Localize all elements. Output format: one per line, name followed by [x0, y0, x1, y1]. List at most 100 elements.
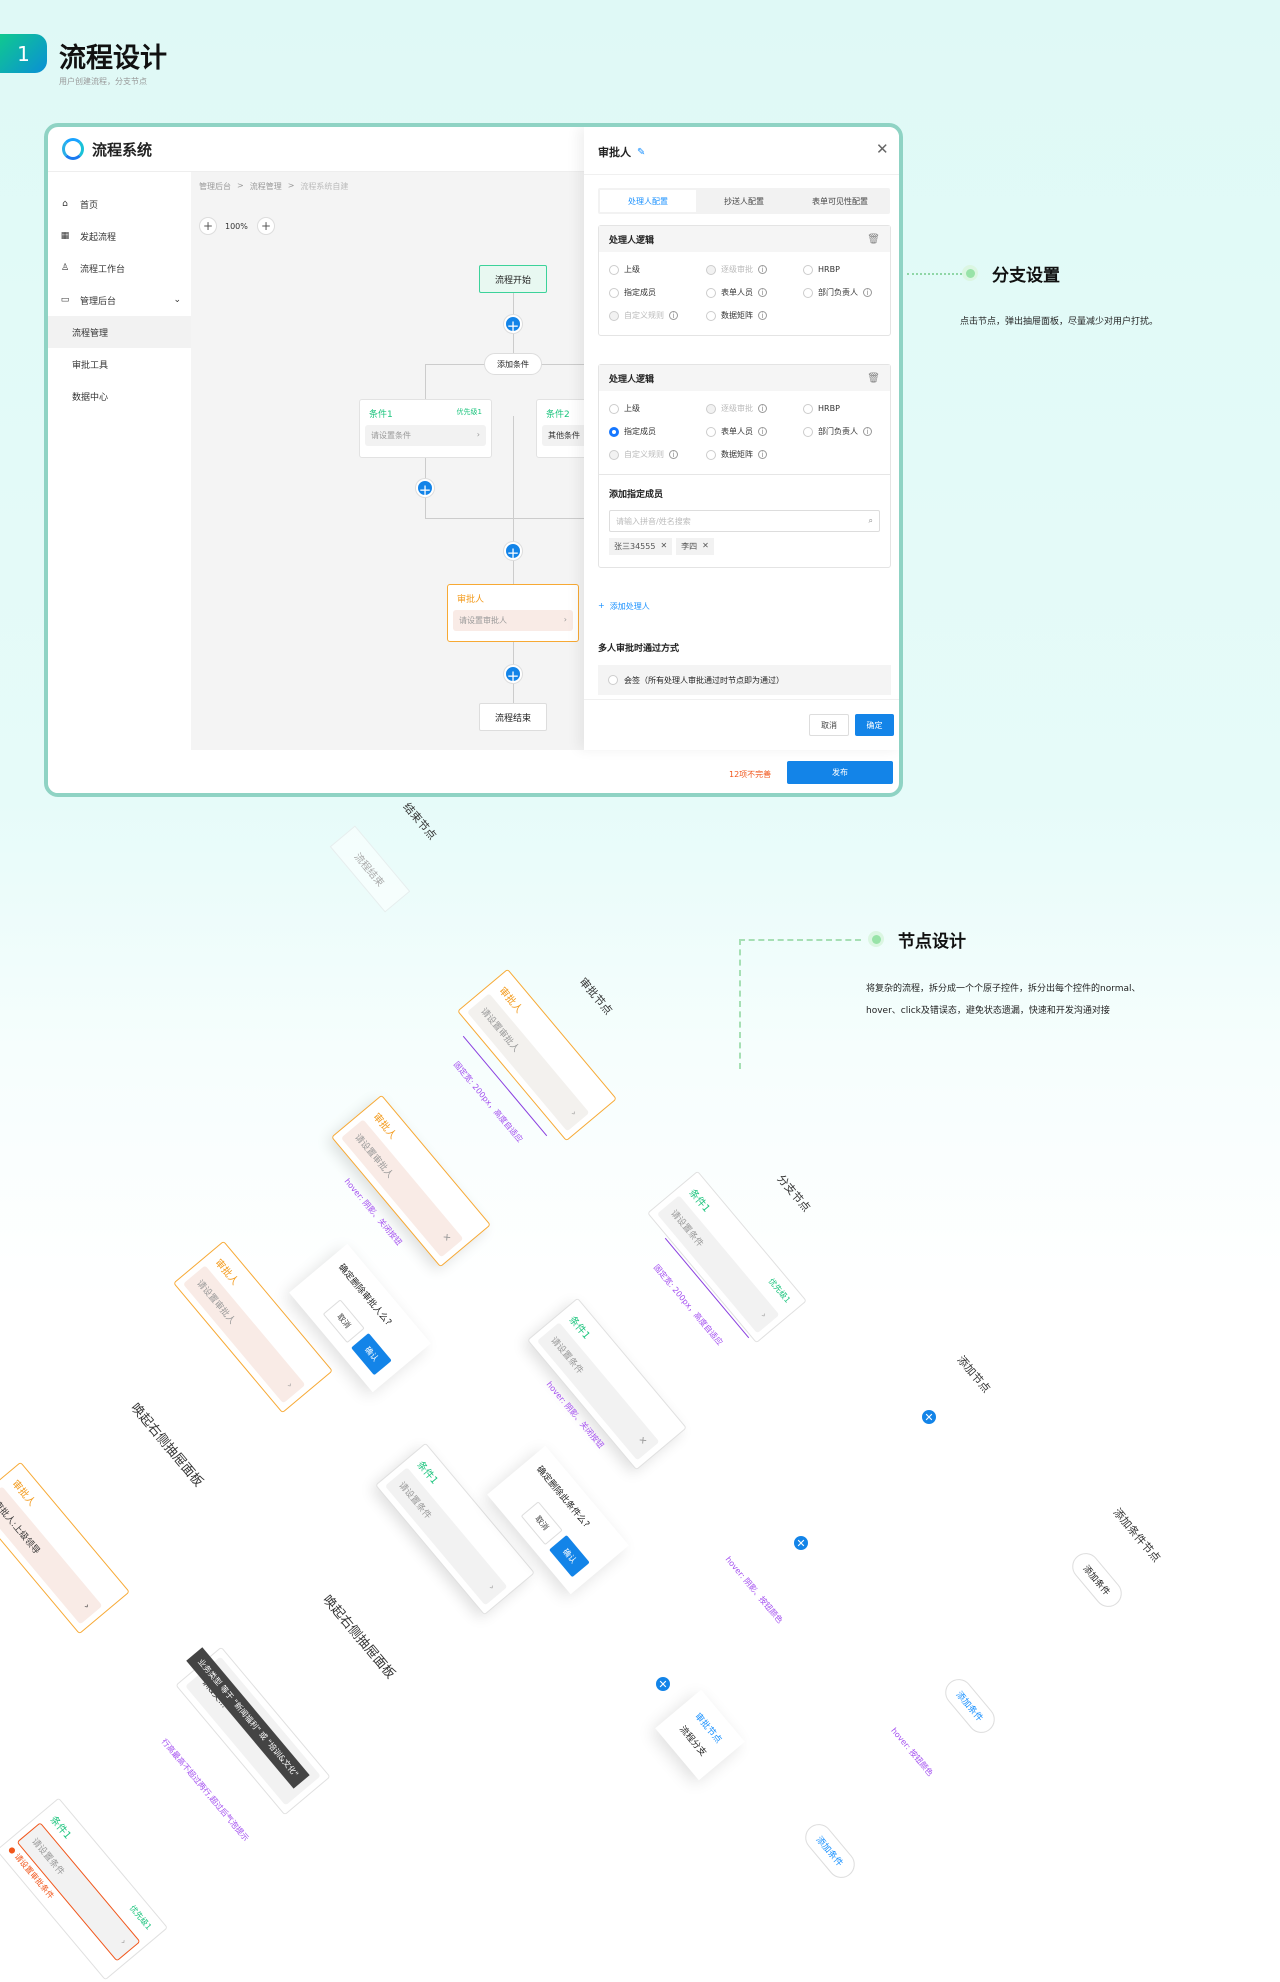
sidebar-item-admin[interactable]: ▭ 管理后台 ⌄ [48, 284, 191, 316]
sidebar-item-home[interactable]: ⌂ 首页 [48, 188, 191, 220]
radio-option[interactable]: HRBP [803, 264, 899, 275]
close-icon[interactable]: ✕ [437, 1232, 453, 1246]
add-node-button[interactable]: + [504, 542, 522, 562]
add-condition-pill[interactable]: 添加条件 [1066, 1547, 1128, 1613]
cancel-button[interactable]: 取消 [322, 1299, 365, 1344]
remove-tag-icon[interactable]: ✕ [702, 541, 709, 552]
info-icon[interactable]: i [758, 265, 767, 274]
condition-node-1[interactable]: 条件1 优先级1 请设置条件 › [359, 399, 492, 458]
tab-cc-config[interactable]: 抄送人配置 [696, 190, 792, 212]
add-node-button[interactable]: + [504, 315, 522, 335]
member-search-input[interactable]: 请输入拼音/姓名搜索 ⌕ [609, 510, 880, 532]
member-tag: 张三34555 ✕ [609, 538, 673, 555]
radio-icon [609, 403, 619, 414]
info-icon[interactable]: i [669, 450, 678, 459]
approver-card-hover[interactable]: 审批人 请设置审批人 ✕ [331, 1094, 491, 1268]
close-icon[interactable]: ✕ [633, 1435, 649, 1449]
trash-icon[interactable]: 🗑 [867, 373, 880, 384]
end-node[interactable]: 流程结束 [479, 703, 547, 731]
chevron-down-icon: ⌄ [173, 295, 181, 305]
condition-card-delete[interactable]: 条件1 请设置条件 › [375, 1442, 535, 1616]
approver-card-filled[interactable]: 审批人 审批人:上级领导 › [0, 1461, 130, 1635]
add-node-close-button[interactable]: ✕ [654, 1675, 672, 1693]
edit-icon[interactable]: ✎ [637, 147, 645, 158]
approver-card-delete[interactable]: 审批人 请设置审批人 › [173, 1240, 333, 1414]
confirm-button[interactable]: 确认 [351, 1332, 392, 1376]
breadcrumb-item[interactable]: 流程管理 [250, 181, 282, 192]
radio-icon [803, 426, 813, 437]
radio-icon [706, 287, 716, 298]
zoom-out-button[interactable]: + [199, 217, 217, 235]
annotation-connector [907, 273, 962, 275]
sidebar-item-start-flow[interactable]: ▦ 发起流程 [48, 220, 191, 252]
remove-tag-icon[interactable]: ✕ [660, 541, 667, 552]
start-node[interactable]: 流程开始 [479, 265, 547, 293]
info-icon[interactable]: i [758, 450, 767, 459]
radio-option[interactable]: 表单人员 i [706, 426, 803, 437]
radio-option[interactable]: 表单人员 i [706, 287, 803, 298]
radio-option[interactable]: 部门负责人 i [803, 426, 899, 437]
add-node-button[interactable]: + [504, 665, 522, 685]
search-placeholder: 请输入拼音/姓名搜索 [616, 516, 691, 526]
approver-node[interactable]: 审批人 请设置审批人 › [447, 584, 579, 642]
sidebar-item-workbench[interactable]: ♙ 流程工作台 [48, 252, 191, 284]
add-condition-button[interactable]: 添加条件 [484, 353, 542, 375]
breadcrumb-item[interactable]: 管理后台 [199, 181, 231, 192]
radio-label: 逐级审批 [721, 404, 753, 413]
radio-option[interactable]: 上级 [609, 403, 706, 414]
countersign-option[interactable]: 会签（所有处理人审批通过时节点即为通过） [598, 665, 891, 695]
tab-form-visibility[interactable]: 表单可见性配置 [792, 190, 888, 212]
radio-option[interactable]: 数据矩阵 i [706, 310, 803, 321]
radio-option[interactable]: 部门负责人 i [803, 287, 899, 298]
grid-line [0, 799, 251, 1051]
radio-label: 指定成员 [624, 288, 656, 297]
info-icon[interactable]: i [863, 288, 872, 297]
confirm-button[interactable]: 确定 [855, 714, 894, 736]
radio-icon [609, 264, 619, 275]
cancel-button[interactable]: 取消 [520, 1501, 563, 1546]
condition-card-error[interactable]: 条件1 优先级1 请设置条件 › ● 请设置审批条件 [0, 1797, 169, 1981]
sidebar-item-approval-tools[interactable]: 审批工具 [48, 348, 191, 380]
radio-label: 逐级审批 [721, 265, 753, 274]
info-icon[interactable]: i [758, 288, 767, 297]
add-handler-button[interactable]: + 添加处理人 [598, 601, 650, 612]
condition-node-2[interactable]: 条件2 其他条件 [536, 399, 584, 458]
radio-icon [608, 675, 618, 685]
info-icon[interactable]: i [863, 427, 872, 436]
close-icon[interactable]: ✕ [876, 140, 889, 158]
radio-option[interactable]: 数据矩阵 i [706, 449, 803, 460]
info-icon[interactable]: i [669, 311, 678, 320]
add-node-close-button[interactable]: ✕ [920, 1408, 938, 1426]
info-icon[interactable]: i [758, 404, 767, 413]
cancel-button[interactable]: 取消 [809, 714, 849, 736]
publish-button[interactable]: 发布 [787, 761, 893, 784]
add-node-close-button[interactable]: ✕ [792, 1534, 810, 1552]
radio-icon [803, 287, 813, 298]
branch-settings-desc: 点击节点，弹出抽屉面板，尽量减少对用户打扰。 [960, 317, 1159, 327]
radio-label: 表单人员 [721, 427, 753, 436]
radio-option[interactable]: 上级 [609, 264, 706, 275]
info-icon[interactable]: i [758, 311, 767, 320]
row-label: 结束节点 [400, 800, 439, 843]
sidebar-item-flow-management[interactable]: 流程管理 [48, 316, 191, 348]
condition-card-normal[interactable]: 条件1 优先级1 请设置条件 › [647, 1170, 807, 1344]
sidebar-item-data-center[interactable]: 数据中心 [48, 380, 191, 412]
node-design-desc: 将复杂的流程，拆分成一个个原子控件，拆分出每个控件的normal、 hover、c… [866, 978, 1141, 1022]
trash-icon[interactable]: 🗑 [867, 234, 880, 245]
incomplete-warning[interactable]: 12项不完善 [729, 769, 771, 780]
radio-option[interactable]: 指定成员 [609, 287, 706, 298]
info-icon[interactable]: i [758, 427, 767, 436]
radio-option[interactable]: 指定成员 [609, 426, 706, 437]
radio-option[interactable]: HRBP [803, 403, 899, 414]
add-condition-pill-click[interactable]: 添加条件 [799, 1818, 861, 1884]
confirm-button[interactable]: 确认 [549, 1534, 590, 1578]
tab-handler-config[interactable]: 处理人配置 [600, 190, 696, 212]
app-name: 流程系统 [92, 140, 153, 159]
handler-logic-section-1: 处理人逻辑 🗑 上级 逐级审批 i HRBP 指定成员 表单人员 i 部门负责人 i 自定义规则 i 数… [598, 225, 891, 336]
add-node-button[interactable]: + [416, 479, 434, 499]
sidebar-label: 流程管理 [72, 328, 109, 339]
annotation-connector [739, 939, 861, 941]
zoom-in-button[interactable]: + [257, 217, 275, 235]
add-condition-pill-hover[interactable]: 添加条件 [939, 1673, 1001, 1739]
approver-title: 审批人 [457, 595, 485, 605]
